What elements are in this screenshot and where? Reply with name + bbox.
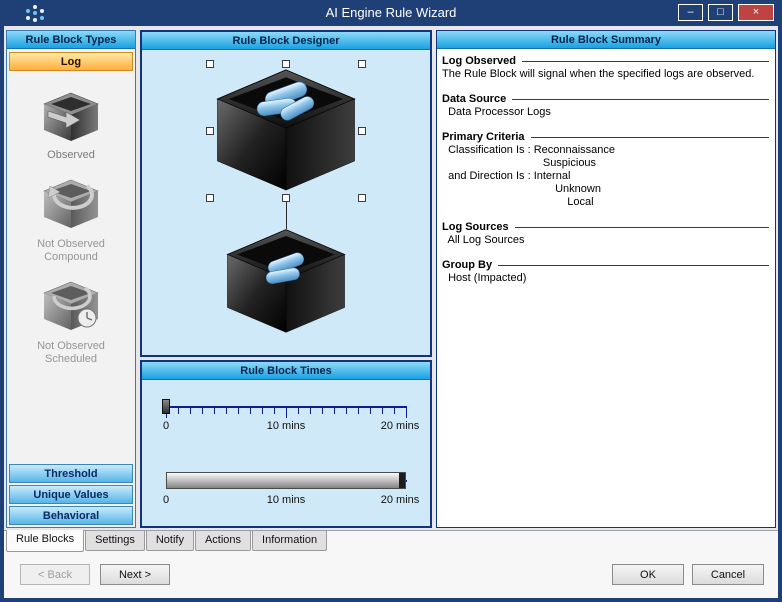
rule-type-not-observed-scheduled[interactable]: Not Observed Scheduled [7,278,135,366]
tab-rule-blocks[interactable]: Rule Blocks [6,530,84,552]
selection-handle[interactable] [358,127,366,135]
selection-handle[interactable] [206,127,214,135]
rule-type-not-observed-compound[interactable]: Not Observed Compound [7,176,135,264]
rule-type-observed[interactable]: Observed [7,91,135,162]
rule-block-designer-header: Rule Block Designer [142,32,430,50]
cube-scheduled-icon [40,278,102,334]
cube-arrow-icon [40,91,102,143]
section-divider [522,61,769,62]
summary-line: Local [442,196,771,209]
rule-block-times-header: Rule Block Times [142,362,430,380]
selection-handle[interactable] [206,194,214,202]
ruler-label: 10 mins [246,494,326,506]
ruler-major-ticks [166,408,407,418]
behavioral-button[interactable]: Behavioral [9,506,133,525]
window-title: AI Engine Rule Wizard [0,5,782,20]
rule-block-summary-panel: Rule Block Summary Log ObservedThe Rule … [436,30,776,528]
log-button[interactable]: Log [9,52,133,71]
summary-section-title: Data Source [442,93,771,106]
ruler-label: 10 mins [246,420,326,432]
rule-block-type-list: Observed Not Observed Compound [7,77,135,457]
ai-engine-rule-wizard-window: AI Engine Rule Wizard – □ × Rule Block T… [0,0,782,602]
next-button[interactable]: Next > [100,564,170,585]
summary-line: The Rule Block will signal when the spec… [442,68,771,81]
summary-body: Log ObservedThe Rule Block will signal w… [437,49,775,527]
rule-block-types-panel: Rule Block Types Log Observed [6,30,136,528]
tab-actions[interactable]: Actions [195,531,251,551]
rule-type-label: Not Observed Scheduled [21,340,121,366]
ruler-label: 0 [156,494,176,506]
rule-block-summary-header: Rule Block Summary [437,31,775,49]
selection-handle[interactable] [282,60,290,68]
selection-handle[interactable] [282,194,290,202]
summary-section-title: Primary Criteria [442,131,771,144]
ruler-label: 0 [156,420,176,432]
summary-section-title: Group By [442,259,771,272]
ruler-label: 20 mins [360,420,440,432]
rule-block-types-header: Rule Block Types [7,31,135,49]
bottom-strip: Rule BlocksSettingsNotifyActionsInformat… [4,530,778,598]
summary-section-title: Log Sources [442,221,771,234]
back-button[interactable]: < Back [20,564,90,585]
times-area: 0 10 mins 20 mins 0 10 mins 20 mins [142,380,430,526]
threshold-button[interactable]: Threshold [9,464,133,483]
summary-line: and Direction Is : Internal [442,170,771,183]
rule-block-times-panel: Rule Block Times 0 10 mins 20 mins 0 10 … [140,360,432,528]
summary-section-title: Log Observed [442,55,771,68]
rule-type-label: Observed [21,149,121,162]
block-connector-line [286,202,287,229]
tab-information[interactable]: Information [252,531,327,551]
summary-line: Classification Is : Reconnaissance [442,144,771,157]
rule-block-cube-bottom[interactable] [225,228,347,334]
bottom-tabbar: Rule BlocksSettingsNotifyActionsInformat… [6,531,328,552]
section-divider [531,137,769,138]
summary-section: Primary Criteria Classification Is : Rec… [442,131,771,209]
summary-line: Suspicious [442,157,771,170]
close-button[interactable]: × [738,4,774,21]
rule-type-category-buttons: Threshold Unique Values Behavioral [9,462,133,525]
cube-compound-icon [40,176,102,232]
tab-settings[interactable]: Settings [85,531,145,551]
summary-line: All Log Sources [442,234,771,247]
selection-handle[interactable] [358,60,366,68]
summary-section: Log Sources All Log Sources [442,221,771,247]
wizard-content: Rule Block Types Log Observed [4,26,778,598]
unique-values-button[interactable]: Unique Values [9,485,133,504]
window-controls: – □ × [678,4,774,21]
ok-button[interactable]: OK [612,564,684,585]
titlebar: AI Engine Rule Wizard – □ × [0,0,782,26]
section-divider [512,99,769,100]
time-range-bar[interactable] [166,472,406,489]
summary-line: Data Processor Logs [442,106,771,119]
rule-block-designer-panel: Rule Block Designer [140,30,432,357]
ruler-label: 20 mins [360,494,440,506]
selection-handle[interactable] [358,194,366,202]
minimize-button[interactable]: – [678,4,703,21]
summary-section: Group By Host (Impacted) [442,259,771,285]
rule-block-cube-top[interactable] [214,68,358,192]
summary-section: Log ObservedThe Rule Block will signal w… [442,55,771,81]
rule-type-label: Not Observed Compound [21,238,121,264]
summary-line: Host (Impacted) [442,272,771,285]
cancel-button[interactable]: Cancel [692,564,764,585]
section-divider [498,265,769,266]
selection-handle[interactable] [206,60,214,68]
range-bar-handle[interactable] [399,473,405,488]
time-slider-handle[interactable] [162,399,170,414]
summary-section: Data Source Data Processor Logs [442,93,771,119]
section-divider [515,227,769,228]
maximize-button[interactable]: □ [708,4,733,21]
summary-line: Unknown [442,183,771,196]
designer-canvas[interactable] [142,50,430,355]
tab-notify[interactable]: Notify [146,531,194,551]
